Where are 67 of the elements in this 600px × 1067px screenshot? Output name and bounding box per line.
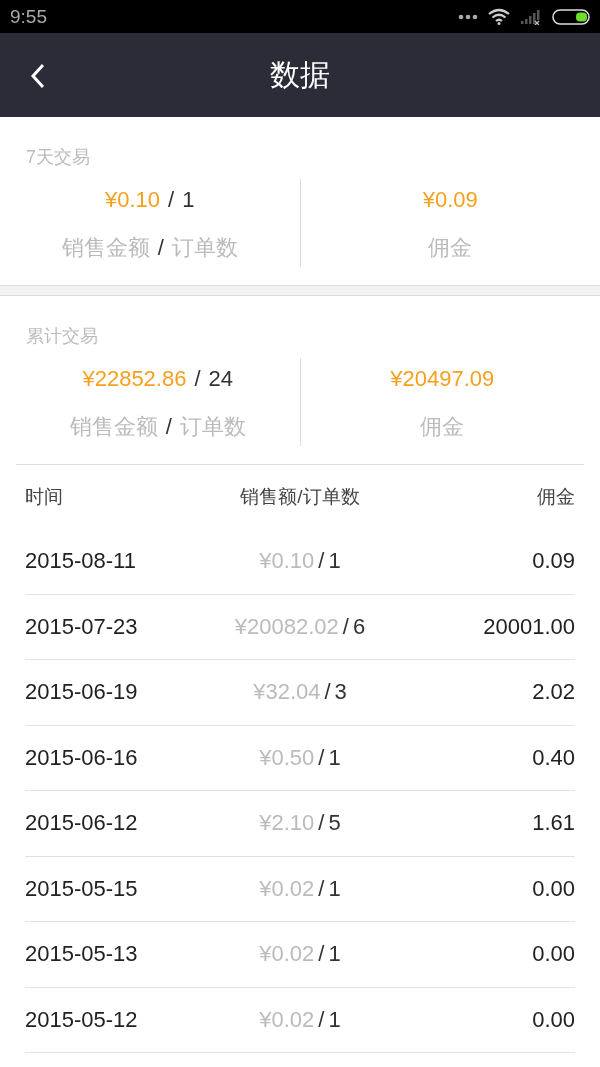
order-count: 1 xyxy=(328,941,341,968)
separator: / xyxy=(318,941,325,968)
separator: / xyxy=(318,875,325,902)
separator: / xyxy=(165,414,172,440)
order-count-label: 订单数 xyxy=(171,234,238,262)
sales-amount: ¥0.02 xyxy=(259,1006,315,1033)
sales-amount: ¥0.10 xyxy=(259,548,315,575)
separator: / xyxy=(194,366,201,392)
sales-amount: ¥32.04 xyxy=(253,679,321,706)
sales-amount: ¥0.10 xyxy=(105,187,161,213)
more-dots-icon xyxy=(458,13,478,20)
page-title: 数据 xyxy=(270,56,330,93)
date-cell-text: 2015-06-12 xyxy=(25,810,139,837)
sales-amount: ¥22852.86 xyxy=(82,366,187,392)
order-count: 5 xyxy=(328,810,341,837)
order-count: 1 xyxy=(182,187,195,213)
separator: / xyxy=(342,613,349,640)
separator: / xyxy=(157,235,164,261)
column-header: 销售额/订单数 xyxy=(239,485,361,509)
battery-icon xyxy=(552,8,590,25)
separator: / xyxy=(324,679,331,706)
order-count: 1 xyxy=(328,875,341,902)
sales-amount-label: 销售金额 xyxy=(61,234,150,262)
separator: / xyxy=(318,810,325,837)
commission-cell-text: 0.00 xyxy=(531,1006,575,1033)
date-cell-text: 2015-08-11 xyxy=(25,548,137,575)
commission-amount: ¥0.09 xyxy=(422,187,478,213)
order-count: 3 xyxy=(334,679,347,706)
order-count: 1 xyxy=(328,744,341,771)
date-cell-text: 2015-06-19 xyxy=(25,679,139,706)
sales-amount: ¥0.02 xyxy=(259,875,315,902)
column-header: 佣金 xyxy=(536,485,575,509)
sales-amount: ¥2.10 xyxy=(259,810,315,837)
date-cell-text: 2015-05-12 xyxy=(25,1006,139,1033)
commission-cell-text: 0.09 xyxy=(531,548,575,575)
order-count: 1 xyxy=(328,1006,341,1033)
section-title: 累计交易 xyxy=(25,325,99,348)
date-cell-text: 2015-07-23 xyxy=(25,613,139,640)
date-cell-text: 2015-06-16 xyxy=(25,744,139,771)
sales-amount: ¥20082.02 xyxy=(234,613,339,640)
commission-cell-text: 0.00 xyxy=(531,941,575,968)
order-count: 6 xyxy=(352,613,366,640)
separator: / xyxy=(318,744,325,771)
commission-cell-text: 1.61 xyxy=(531,810,575,837)
commission-cell-text: 0.40 xyxy=(531,744,575,771)
date-cell-text: 2015-05-15 xyxy=(25,875,139,902)
commission-amount: ¥20497.09 xyxy=(390,366,495,392)
date-cell-text: 2015-05-13 xyxy=(25,941,139,968)
commission-label: 佣金 xyxy=(428,234,473,262)
commission-label: 佣金 xyxy=(420,413,465,441)
sales-amount: ¥0.02 xyxy=(259,941,315,968)
section-title: 7天交易 xyxy=(25,146,91,169)
sales-amount-label: 销售金额 xyxy=(69,413,158,441)
separator: / xyxy=(318,1006,325,1033)
order-count-label: 订单数 xyxy=(179,413,246,441)
sales-amount: ¥0.50 xyxy=(259,744,315,771)
separator: / xyxy=(318,548,325,575)
commission-cell-text: 20001.00 xyxy=(482,613,575,640)
order-count: 24 xyxy=(208,366,234,392)
signal-icon xyxy=(520,8,542,25)
wifi-icon xyxy=(488,8,510,25)
status-time: 9:55 xyxy=(10,5,47,28)
commission-cell-text: 0.00 xyxy=(531,875,575,902)
commission-cell-text: 2.02 xyxy=(531,679,575,706)
separator: / xyxy=(168,187,175,213)
column-header: 时间 xyxy=(25,485,64,509)
order-count: 1 xyxy=(328,548,341,575)
